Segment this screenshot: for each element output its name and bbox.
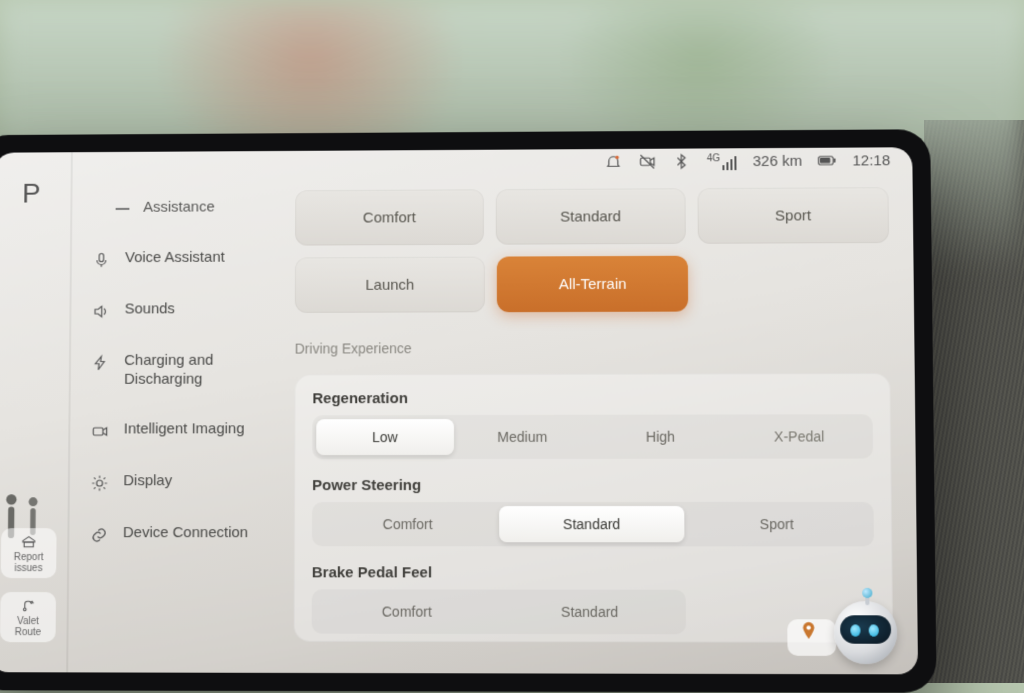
cellular-icon: 4G	[707, 152, 737, 170]
steering-sport[interactable]: Sport	[684, 506, 870, 542]
segmented-steering: Comfort Standard Sport	[312, 502, 874, 546]
segmented-brake: Comfort Standard	[312, 589, 686, 634]
range-indicator: 326 km	[753, 152, 803, 169]
brake-comfort[interactable]: Comfort	[316, 593, 498, 630]
clock: 12:18	[852, 152, 890, 169]
drive-mode-grid: Comfort Standard Sport Launch All-Terrai…	[295, 187, 890, 313]
steering-standard[interactable]: Standard	[499, 506, 684, 542]
setting-regeneration-title: Regeneration	[312, 389, 872, 407]
sidebar-item-sounds[interactable]: Sounds	[85, 286, 271, 334]
sidebar-item-voice-assistant[interactable]: Voice Assistant	[85, 235, 271, 283]
steering-comfort[interactable]: Comfort	[316, 506, 500, 542]
sidebar-item-device-connection[interactable]: Device Connection	[83, 510, 270, 558]
report-issues-label: Report issues	[7, 552, 51, 574]
brake-standard[interactable]: Standard	[498, 594, 682, 631]
screen: 4G 326 km 12:18 P	[0, 147, 918, 674]
mode-comfort[interactable]: Comfort	[295, 189, 484, 245]
speaker-icon	[91, 300, 111, 320]
settings-sidebar: Assistance Voice Assistant Sounds Chargi…	[68, 151, 279, 673]
mode-launch[interactable]: Launch	[295, 257, 485, 313]
regen-high[interactable]: High	[591, 419, 730, 455]
bluetooth-icon[interactable]	[673, 153, 691, 171]
driving-experience-card: Regeneration Low Medium High X-Pedal Pow…	[294, 373, 894, 643]
section-title-driving-experience: Driving Experience	[295, 339, 891, 357]
regen-medium[interactable]: Medium	[453, 419, 591, 455]
regen-xpedal[interactable]: X-Pedal	[730, 418, 869, 454]
camera-icon	[90, 421, 110, 441]
report-issues-button[interactable]: Report issues	[1, 528, 57, 578]
valet-route-label: Valet Route	[6, 616, 50, 638]
notification-icon[interactable]	[605, 153, 623, 171]
sidebar-item-charging[interactable]: Charging and Discharging	[84, 338, 271, 403]
regen-low[interactable]: Low	[316, 419, 453, 455]
sidebar-item-intelligent-imaging[interactable]: Intelligent Imaging	[84, 407, 271, 455]
segmented-regeneration: Low Medium High X-Pedal	[312, 414, 873, 459]
pedestrian-figures	[0, 447, 54, 537]
sidebar-item-display[interactable]: Display	[84, 458, 271, 506]
gear-indicator: P	[22, 178, 43, 210]
mode-sport[interactable]: Sport	[698, 187, 890, 244]
sidebar-item-assistance[interactable]: Assistance	[86, 185, 272, 232]
microphone-icon	[91, 249, 111, 269]
valet-route-button[interactable]: Valet Route	[0, 592, 56, 642]
setting-steering-title: Power Steering	[312, 477, 873, 494]
mode-all-terrain[interactable]: All-Terrain	[497, 256, 689, 312]
dash-icon	[116, 208, 130, 210]
tablet-device: 4G 326 km 12:18 P	[0, 129, 937, 693]
link-icon	[89, 524, 109, 544]
brightness-icon	[90, 473, 110, 493]
main-panel: Comfort Standard Sport Launch All-Terrai…	[277, 147, 918, 674]
mode-standard[interactable]: Standard	[496, 188, 686, 244]
left-rail: P Report issues Valet Route	[0, 152, 73, 672]
camera-off-icon[interactable]	[639, 153, 657, 171]
status-bar: 4G 326 km 12:18	[605, 151, 891, 170]
battery-icon	[818, 152, 836, 170]
lightning-icon	[91, 352, 111, 372]
setting-brake-title: Brake Pedal Feel	[312, 564, 874, 582]
